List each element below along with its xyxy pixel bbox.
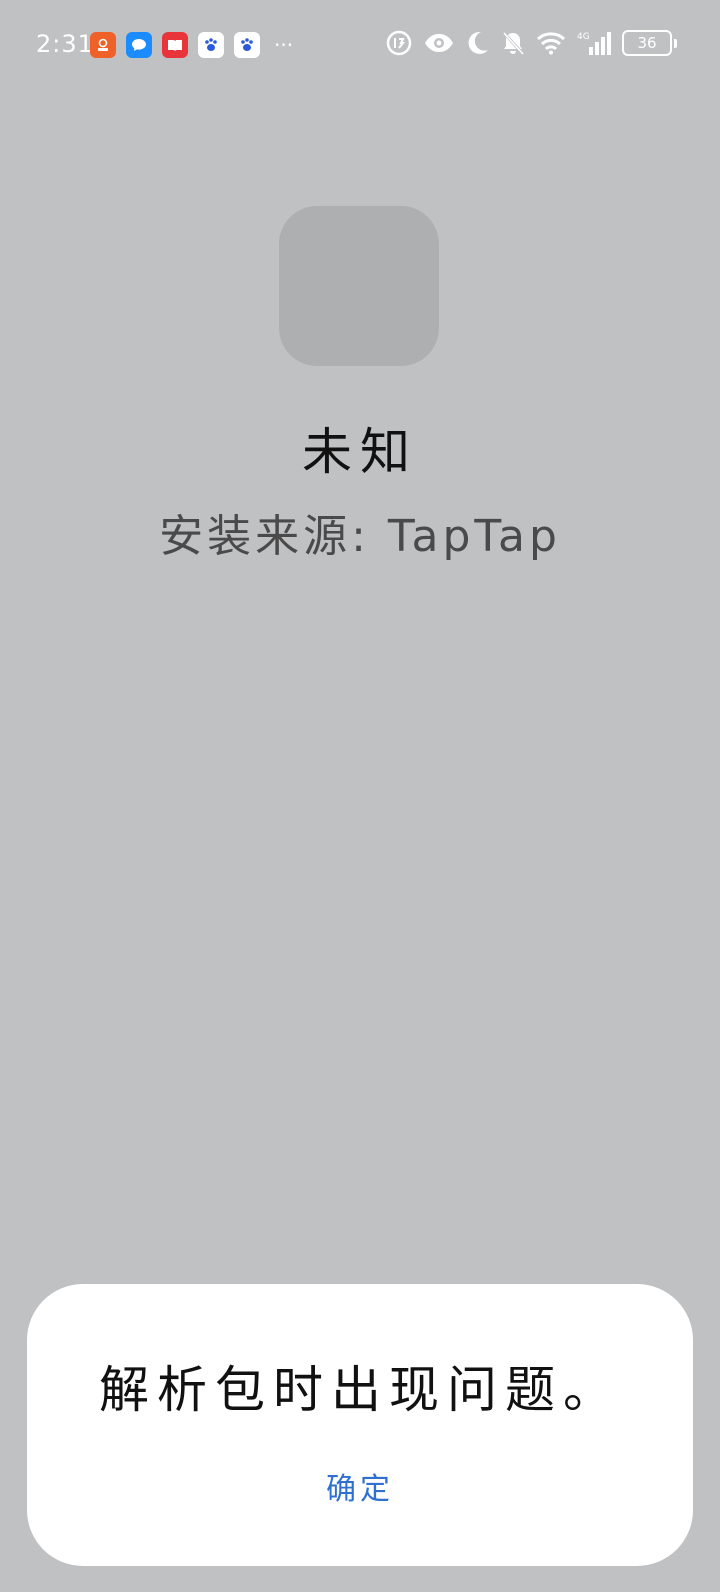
baidu-paw-icon [198,32,224,58]
red-book-icon [162,32,188,58]
app-icon-placeholder [279,206,439,366]
chat-bubble-icon [126,32,152,58]
bell-off-icon [502,31,525,56]
dialog-message: 解析包时出现问题。 [99,1361,621,1419]
wifi-icon [536,32,566,55]
system-icons: 4G 36 [386,30,677,56]
battery-icon: 36 [622,30,677,56]
data-saver-icon [386,30,412,56]
eye-icon [425,34,453,52]
install-source: 安装来源: TapTap [159,511,561,562]
battery-level: 36 [637,34,657,52]
svg-text:4G: 4G [577,32,590,42]
ok-button[interactable]: 确定 [310,1464,410,1508]
notification-icons: ··· [90,32,293,58]
status-bar: 2:31 ··· 4G 36 [0,0,720,90]
error-dialog: 解析包时出现问题。 确定 [27,1284,693,1566]
baidu-paw-icon [234,32,260,58]
red-app-icon [90,32,116,58]
status-time: 2:31 [36,30,94,58]
more-notifications-indicator: ··· [274,33,294,57]
4g-signal-icon: 4G [577,32,611,55]
moon-icon [468,31,488,54]
app-name: 未知 [302,423,418,481]
